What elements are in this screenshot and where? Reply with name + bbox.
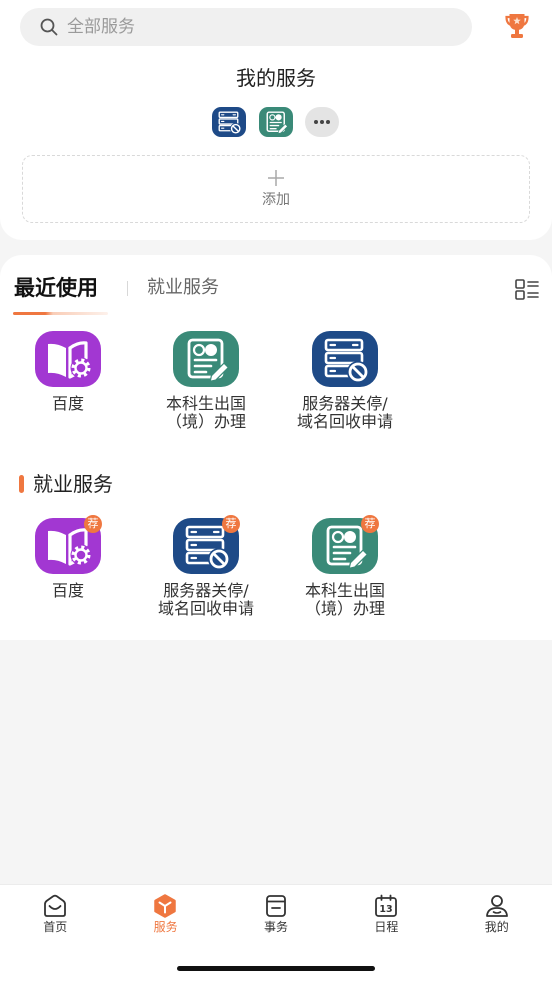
employment-app-server-shutdown[interactable]: 荐 服务器关停/ 域名回收申请 xyxy=(141,515,271,618)
app-label-line: 百度 xyxy=(51,581,84,600)
recent-app-study-abroad[interactable]: 本科生出国 （境）办理 xyxy=(141,331,271,431)
app-label-line: （境）办理 xyxy=(165,412,246,431)
recommend-badge: 荐 xyxy=(222,515,240,533)
active-tab-indicator xyxy=(13,312,108,315)
more-services-button[interactable] xyxy=(305,107,339,137)
nav-label: 我的 xyxy=(484,920,509,934)
app-icon-tile: 荐 xyxy=(312,515,379,574)
search-bar[interactable]: 全部服务 xyxy=(20,8,472,46)
my-service-server-block[interactable] xyxy=(212,107,246,137)
app-label-line: 服务器关停/ xyxy=(163,581,249,600)
add-label: 添加 xyxy=(262,192,290,208)
nav-schedule[interactable]: 13 日程 xyxy=(331,885,441,945)
app-label: 百度 xyxy=(3,582,133,600)
recent-app-baidu[interactable]: 百度 xyxy=(3,331,133,413)
certificate-icon xyxy=(266,111,288,134)
affairs-icon xyxy=(265,895,286,917)
recommend-badge: 荐 xyxy=(84,515,102,533)
nav-affairs[interactable]: 事务 xyxy=(221,885,331,945)
calendar-icon: 13 xyxy=(375,894,398,917)
tab-employment[interactable]: 就业服务 xyxy=(147,274,219,302)
list-view-icon xyxy=(515,279,539,300)
more-icon xyxy=(314,120,330,124)
trophy-icon xyxy=(505,14,529,38)
search-placeholder: 全部服务 xyxy=(67,17,135,37)
nav-label: 事务 xyxy=(263,920,288,934)
trophy-button[interactable] xyxy=(503,11,531,41)
nav-label: 首页 xyxy=(43,920,68,934)
tab-divider xyxy=(127,281,128,296)
app-label-line: 域名回收申请 xyxy=(157,599,254,618)
section-accent-bar xyxy=(19,475,24,493)
app-label-line: 百度 xyxy=(51,394,84,413)
app-label-line: 域名回收申请 xyxy=(296,412,393,431)
app-icon-tile xyxy=(173,331,239,387)
tab-recent[interactable]: 最近使用 xyxy=(14,274,98,302)
app-label: 本科生出国 （境）办理 xyxy=(141,395,271,431)
calendar-icon-date: 13 xyxy=(380,904,393,915)
nav-services[interactable]: 服务 xyxy=(110,885,220,945)
add-service-button[interactable]: 添加 xyxy=(22,155,530,223)
app-label: 服务器关停/ 域名回收申请 xyxy=(280,395,410,431)
nav-label: 服务 xyxy=(153,920,178,934)
app-label-line: （境）办理 xyxy=(304,599,385,618)
services-card: 最近使用 就业服务 百度 本科生出国 （境）办理 服务器关停/ 域名回收申请 就… xyxy=(0,255,552,640)
screen: 全部服务 我的服务 添加 最近使用 就业服务 百度 本科生出国 （境）办理 服务… xyxy=(0,0,552,981)
app-label-line: 服务器关停/ xyxy=(302,394,388,413)
services-icon xyxy=(154,894,177,918)
employment-app-baidu[interactable]: 荐 百度 xyxy=(3,515,133,600)
book-gear-icon xyxy=(46,340,94,381)
section-title-employment: 就业服务 xyxy=(33,472,113,496)
my-services-title: 我的服务 xyxy=(236,66,316,90)
recommend-badge: 荐 xyxy=(361,515,379,533)
home-icon xyxy=(44,894,66,917)
nav-home[interactable]: 首页 xyxy=(0,885,110,945)
nav-profile[interactable]: 我的 xyxy=(442,885,552,945)
app-label-line: 本科生出国 xyxy=(304,581,385,600)
app-label-line: 本科生出国 xyxy=(165,394,246,413)
app-icon-tile xyxy=(312,331,378,387)
employment-app-study-abroad[interactable]: 荐 本科生出国 （境）办理 xyxy=(280,515,410,618)
app-label: 百度 xyxy=(3,395,133,413)
my-service-certificate[interactable] xyxy=(259,107,293,137)
profile-icon xyxy=(485,895,508,917)
server-block-icon xyxy=(218,111,243,136)
home-indicator[interactable] xyxy=(177,966,375,971)
recent-app-server-shutdown[interactable]: 服务器关停/ 域名回收申请 xyxy=(280,331,410,431)
app-label: 服务器关停/ 域名回收申请 xyxy=(141,582,271,618)
app-label: 本科生出国 （境）办理 xyxy=(280,582,410,618)
app-icon-tile: 荐 xyxy=(35,515,102,574)
search-icon xyxy=(40,18,58,36)
plus-icon xyxy=(268,170,284,186)
nav-label: 日程 xyxy=(374,920,399,934)
view-toggle-button[interactable] xyxy=(515,279,539,301)
app-icon-tile: 荐 xyxy=(173,515,240,574)
server-block-icon xyxy=(324,338,371,385)
top-card: 全部服务 我的服务 添加 xyxy=(0,0,552,240)
app-icon-tile xyxy=(35,331,101,387)
certificate-icon xyxy=(187,338,229,382)
